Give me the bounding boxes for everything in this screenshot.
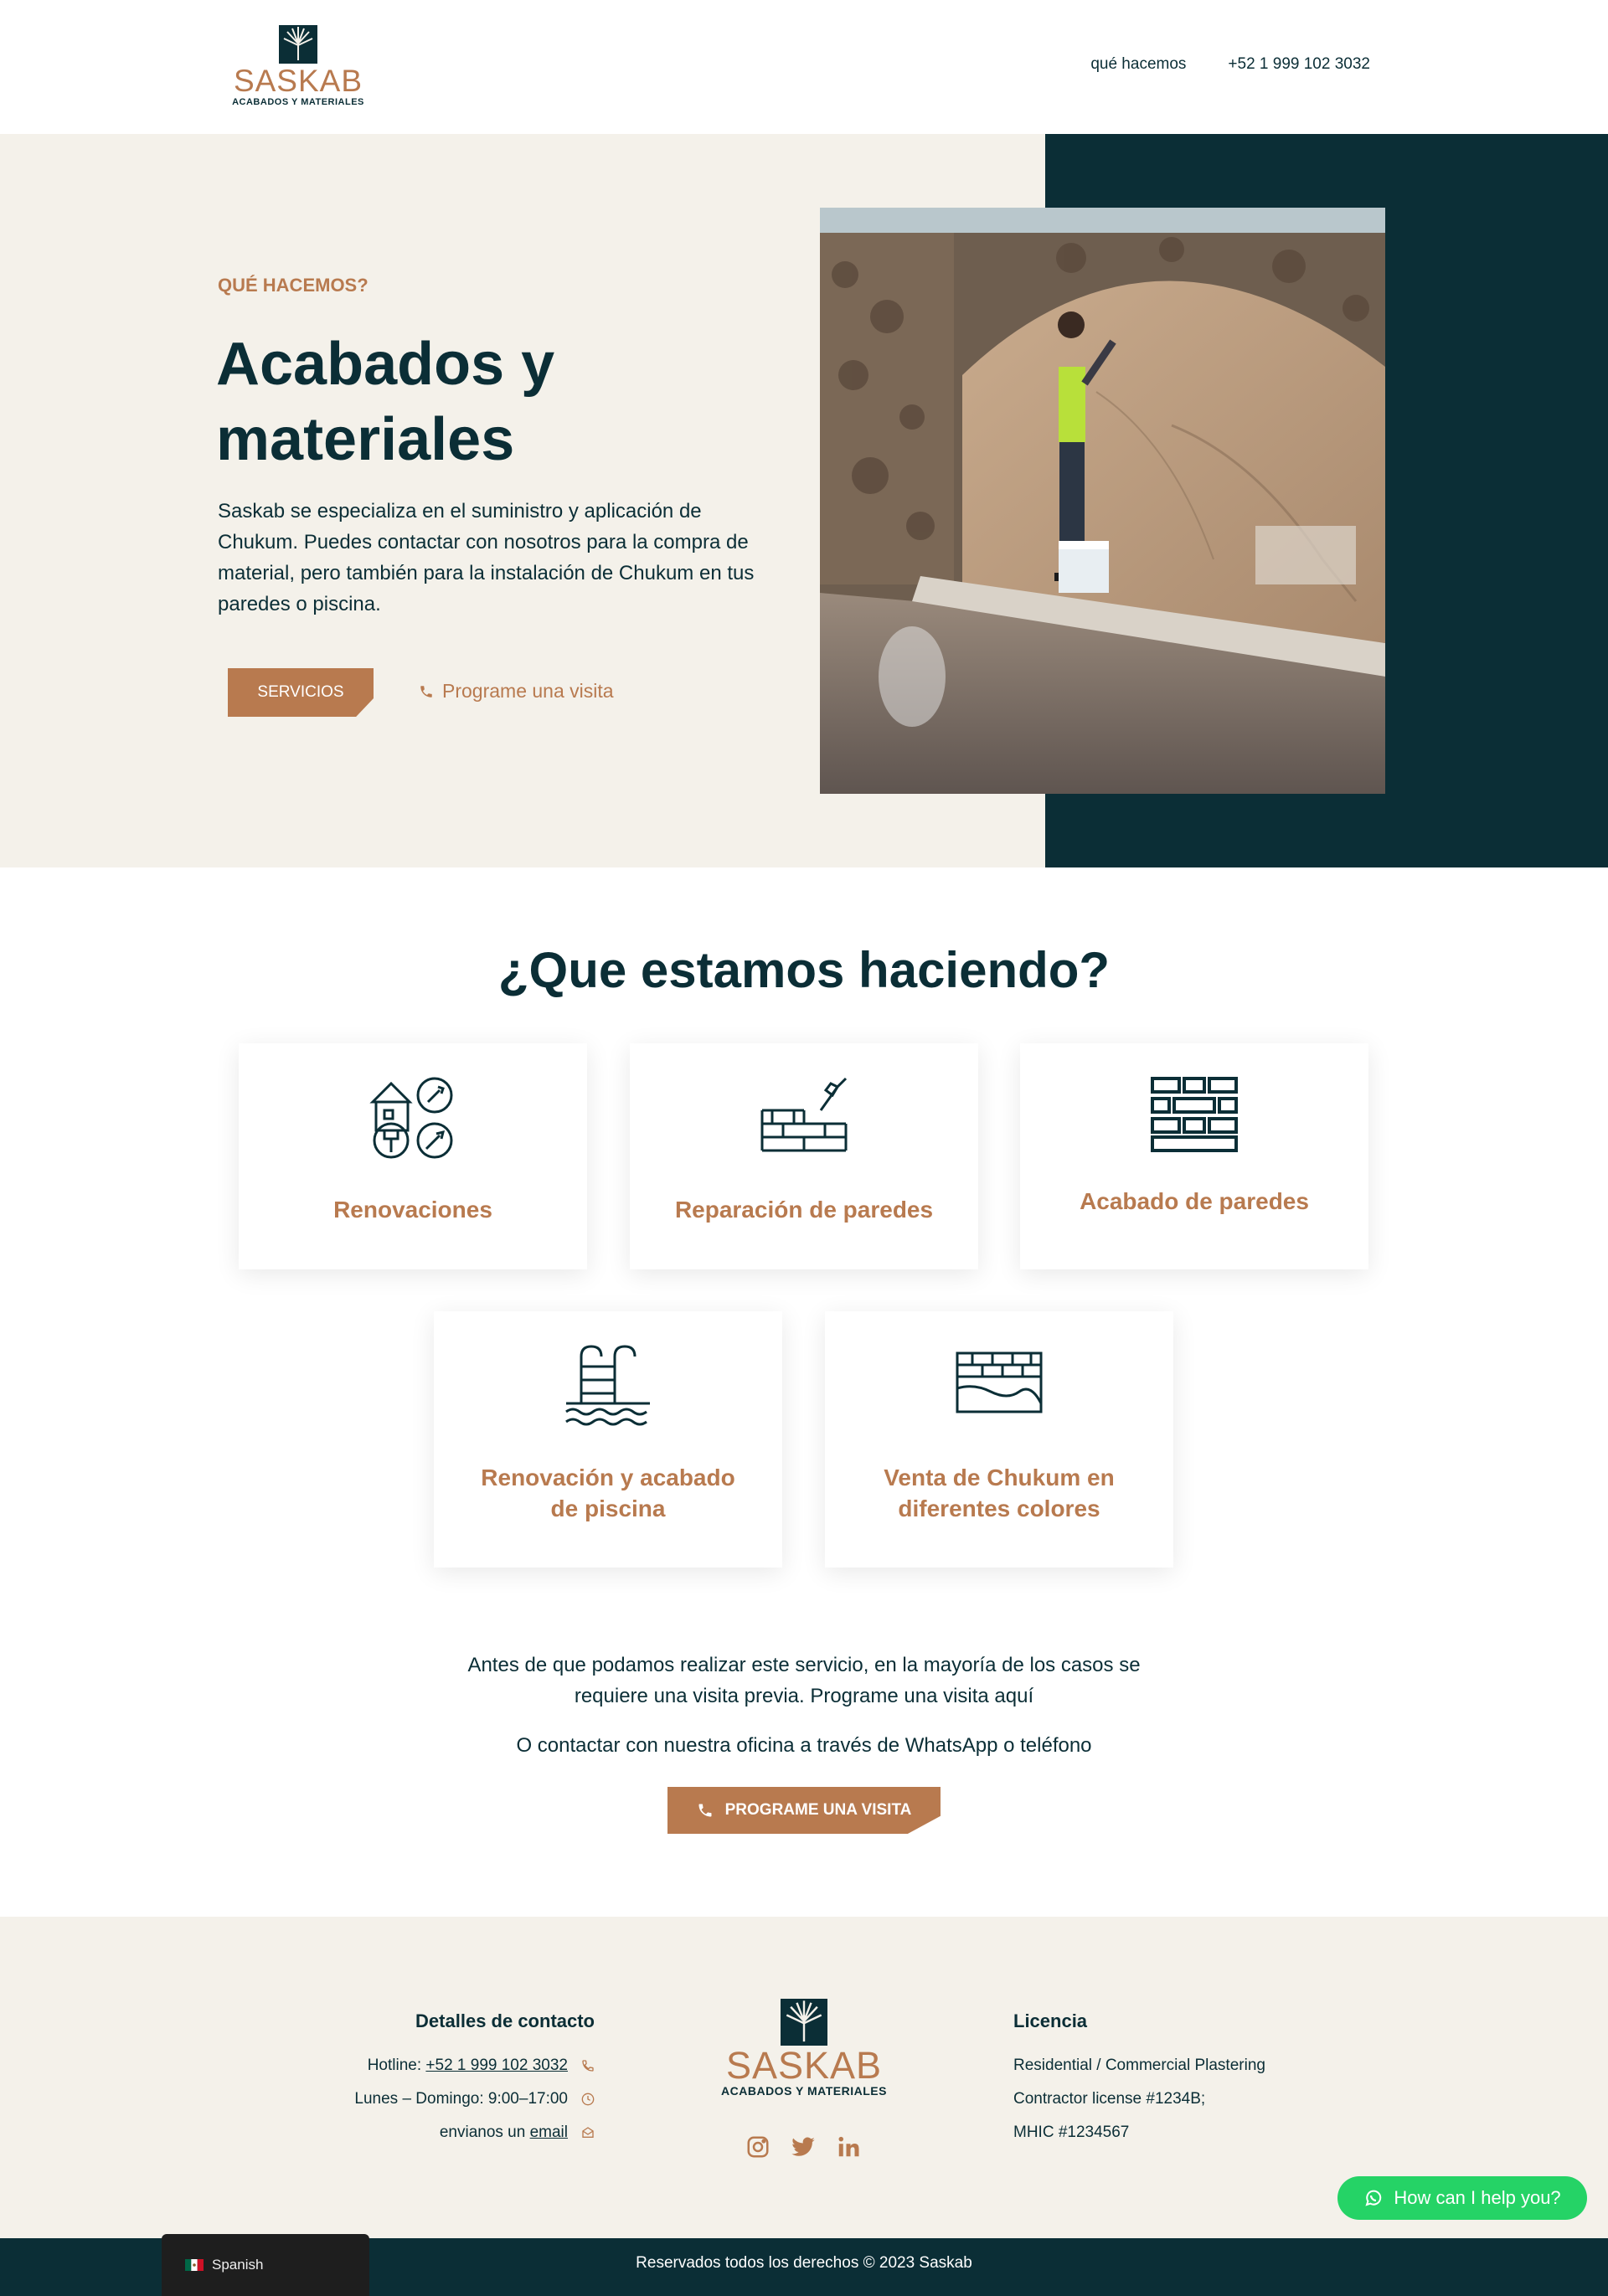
logo-tagline: ACABADOS Y MATERIALES	[232, 97, 364, 107]
license-line: Contractor license #1234B;	[1013, 2090, 1206, 2108]
phone-icon	[420, 685, 432, 698]
logo-wordmark: SASKAB	[233, 64, 363, 98]
language-label: Spanish	[212, 2257, 264, 2273]
license-line: MHIC #1234567	[1013, 2124, 1130, 2141]
linkedin-icon[interactable]	[836, 2134, 861, 2160]
schedule-visit-label: Programe una visita	[442, 680, 614, 702]
hours-line: Lunes – Domingo: 9:00–17:00	[285, 2082, 595, 2116]
nav-phone[interactable]: +52 1 999 102 3032	[1228, 55, 1370, 74]
service-card-chukum[interactable]: Venta de Chukum en diferentes colores	[825, 1311, 1173, 1568]
mexico-flag-icon	[185, 2259, 204, 2271]
hotline-prefix: Hotline:	[367, 2057, 426, 2074]
worker-plastering-wall-image	[820, 208, 1385, 794]
card-label: Acabado de paredes	[1080, 1188, 1309, 1214]
site-logo[interactable]: SASKAB ACABADOS Y MATERIALES	[228, 25, 368, 107]
clock-icon	[581, 2093, 595, 2106]
main-nav: qué hacemos +52 1 999 102 3032	[1090, 55, 1370, 74]
visit-note: Antes de que podamos realizar este servi…	[467, 1654, 1141, 1707]
contact-title: Detalles de contacto	[415, 2010, 595, 2031]
social-links	[745, 2134, 861, 2160]
email-link[interactable]: email	[530, 2124, 568, 2141]
whatsapp-label: How can I help you?	[1394, 2187, 1561, 2208]
palm-logo-icon	[279, 25, 317, 64]
whatsapp-icon	[1365, 2190, 1382, 2206]
services-button[interactable]: SERVICIOS	[228, 668, 374, 717]
logo-tagline: ACABADOS Y MATERIALES	[721, 2084, 887, 2098]
footer-logo[interactable]: SASKAB ACABADOS Y MATERIALES	[716, 1999, 892, 2098]
license-details: Licencia Residential / Commercial Plaste…	[1013, 2010, 1348, 2149]
nav-que-hacemos[interactable]: qué hacemos	[1090, 55, 1186, 74]
service-card-renovaciones[interactable]: Renovaciones	[239, 1043, 587, 1269]
schedule-visit-button-label: PROGRAME UNA VISITA	[724, 1801, 912, 1819]
service-card-piscina[interactable]: Renovación y acabado de piscina	[434, 1311, 782, 1568]
pool-ladder-icon	[565, 1345, 650, 1426]
instagram-icon[interactable]	[745, 2134, 770, 2160]
hero-title: Acabados y materiales	[216, 331, 555, 473]
brick-wall-icon	[1151, 1077, 1238, 1152]
service-card-acabado[interactable]: Acabado de paredes	[1020, 1043, 1368, 1269]
hero-photo	[820, 208, 1385, 794]
wall-repair-icon	[760, 1077, 848, 1152]
language-switcher[interactable]: Spanish	[162, 2234, 369, 2296]
license-title: Licencia	[1013, 2010, 1088, 2031]
hero-description: Saskab se especializa en el suministro y…	[218, 500, 755, 615]
card-label: Reparación de paredes	[674, 1197, 934, 1223]
logo-wordmark: SASKAB	[725, 2044, 883, 2087]
card-label: Renovación y acabado de piscina	[481, 1465, 735, 1521]
site-header: SASKAB ACABADOS Y MATERIALES qué hacemos…	[0, 0, 1608, 134]
renovation-icon	[369, 1077, 453, 1159]
card-label: Renovaciones	[333, 1197, 492, 1223]
phone-icon	[582, 2060, 594, 2072]
hero-section: QUÉ HACEMOS? Acabados y materiales Saska…	[0, 134, 1608, 867]
palm-logo-icon	[781, 1999, 827, 2046]
hours-text: Lunes – Domingo: 9:00–17:00	[354, 2090, 568, 2108]
hotline-link[interactable]: +52 1 999 102 3032	[425, 2057, 568, 2074]
hero-eyebrow: QUÉ HACEMOS?	[218, 275, 368, 296]
twitter-icon[interactable]	[791, 2134, 816, 2160]
service-card-reparacion[interactable]: Reparación de paredes	[630, 1043, 978, 1269]
envelope-icon	[582, 2127, 594, 2138]
phone-icon	[698, 1804, 712, 1817]
email-line: envianos un email	[285, 2116, 595, 2149]
contact-details: Detalles de contacto Hotline: +52 1 999 …	[285, 2010, 595, 2149]
card-label: Venta de Chukum en diferentes colores	[884, 1465, 1115, 1521]
schedule-visit-button[interactable]: PROGRAME UNA VISITA	[667, 1787, 941, 1834]
hotline-line: Hotline: +52 1 999 102 3032	[285, 2049, 595, 2082]
schedule-visit-link[interactable]: Programe una visita	[419, 680, 614, 703]
chukum-wall-icon	[956, 1351, 1043, 1413]
license-line: Residential / Commercial Plastering	[1013, 2057, 1265, 2074]
whatsapp-chat-button[interactable]: How can I help you?	[1337, 2176, 1587, 2220]
services-title: ¿Que estamos haciendo?	[497, 942, 1111, 998]
contact-note: O contactar con nuestra oficina a través…	[516, 1734, 1092, 1757]
email-prefix: envianos un	[439, 2124, 530, 2141]
